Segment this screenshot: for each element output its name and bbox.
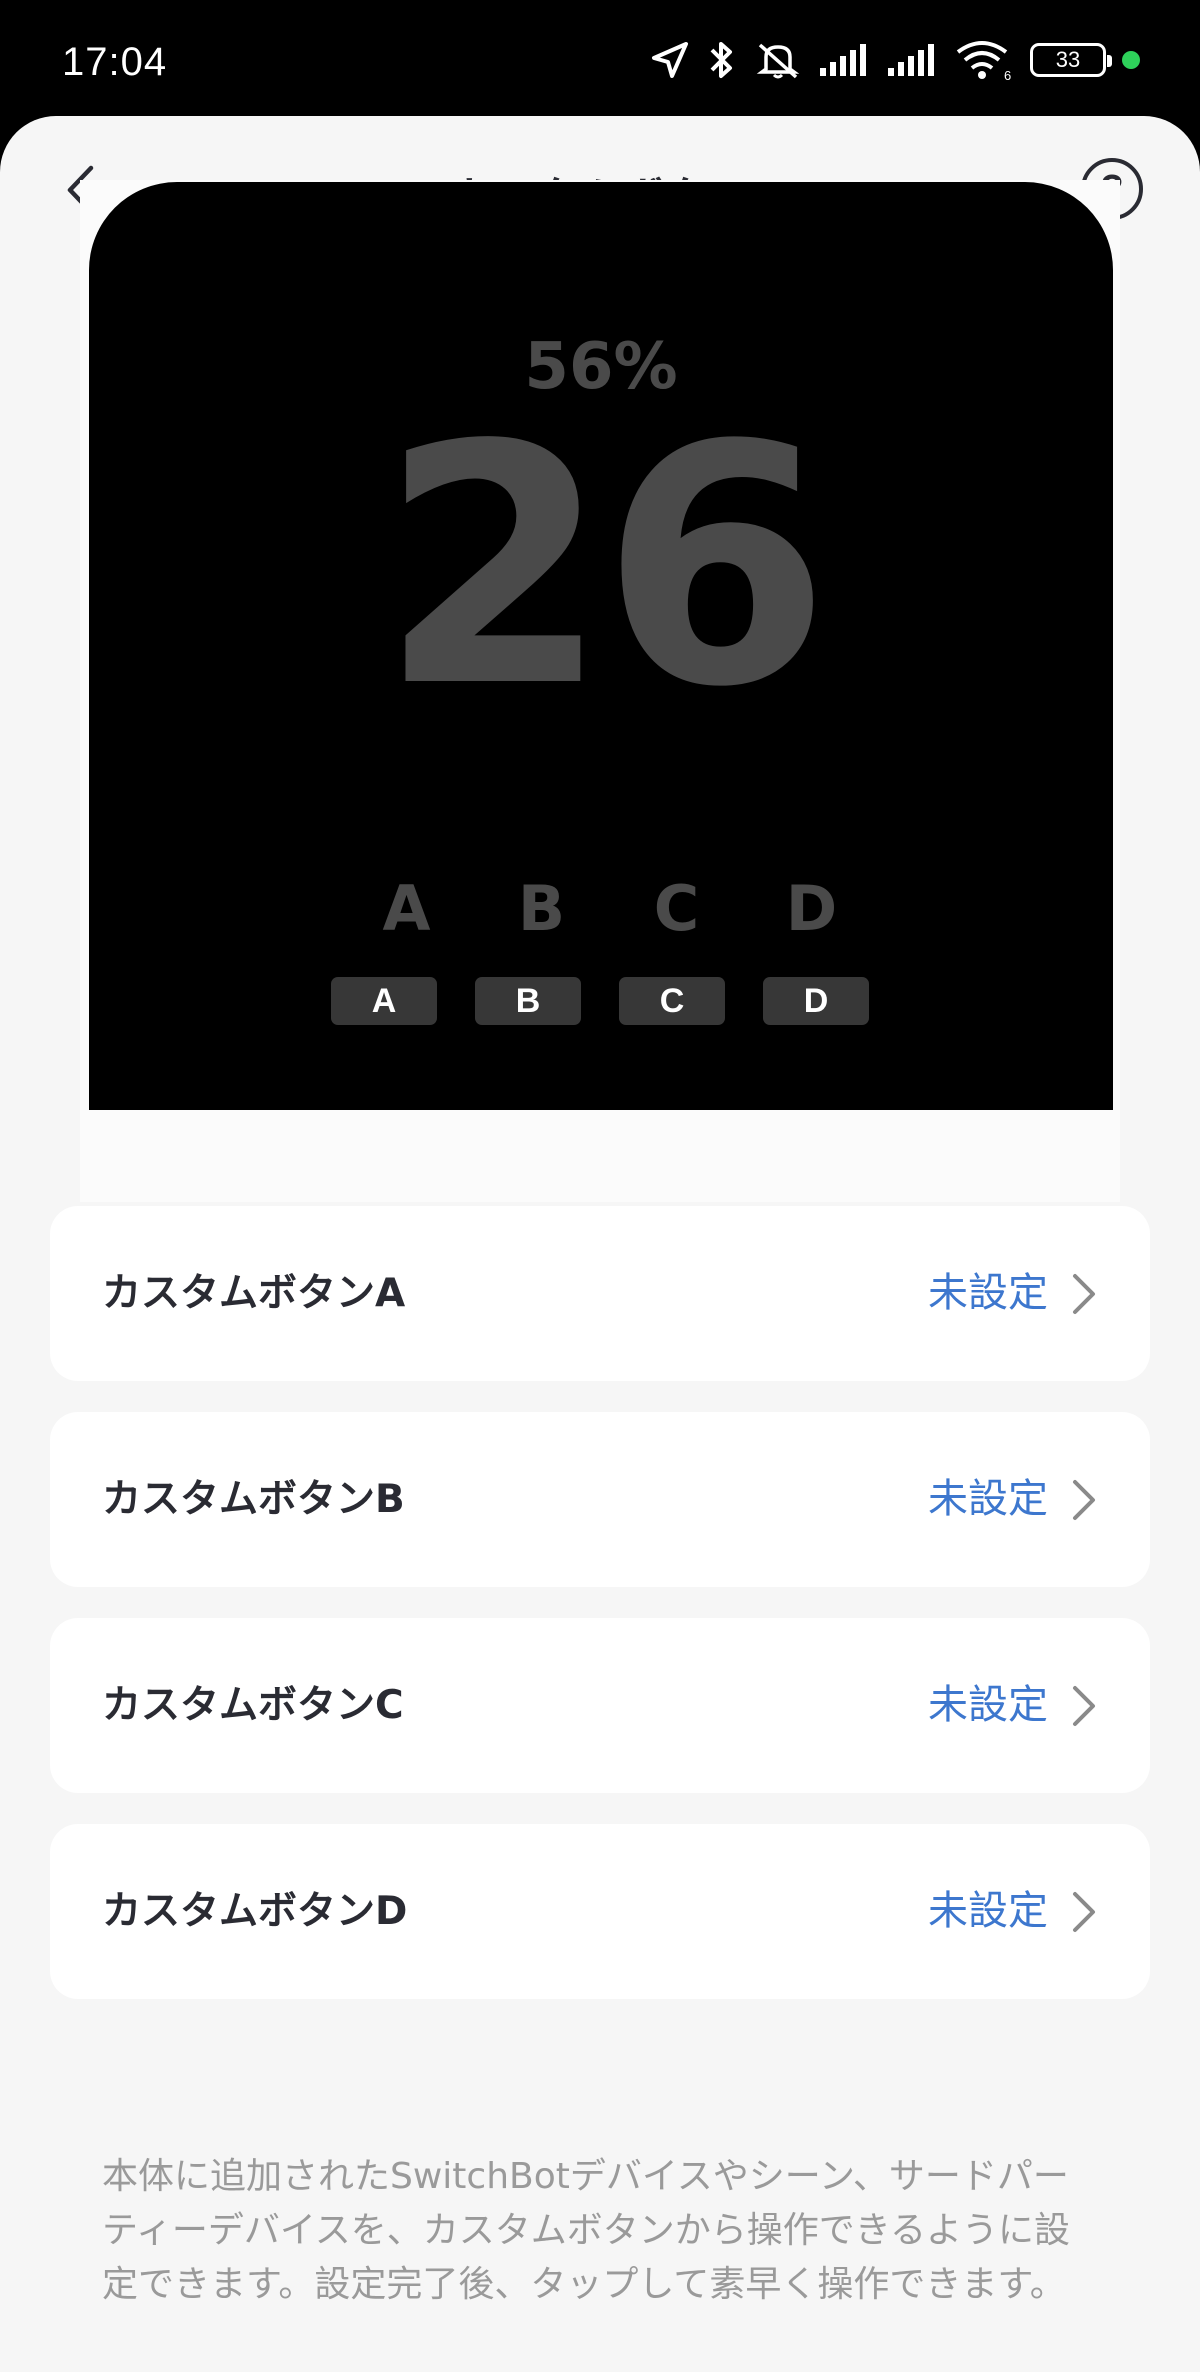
device-screen-preview: 56% 26 A B C D A B C D [89, 182, 1113, 1110]
screen-key: C [619, 977, 725, 1025]
custom-button-row-c[interactable]: カスタムボタンC 未設定 [50, 1618, 1150, 1793]
wifi-badge: 6 [1004, 68, 1011, 82]
row-status: 未設定 [928, 1682, 1048, 1728]
wifi-icon: 6 [956, 41, 1011, 82]
screen-letters: A B C D [339, 872, 879, 945]
status-bar: 17:04 6 33 [0, 0, 1200, 120]
screen-key: A [331, 977, 437, 1025]
custom-button-row-a[interactable]: カスタムボタンA 未設定 [50, 1206, 1150, 1381]
status-time: 17:04 [62, 40, 168, 84]
custom-button-list: カスタムボタンA 未設定 カスタムボタンB 未設定 カスタムボタンC 未設定 カ… [50, 1206, 1150, 2030]
screen-key: B [475, 977, 581, 1025]
chevron-right-icon [1073, 1274, 1095, 1314]
screen-letter: D [785, 872, 838, 945]
chevron-right-icon [1073, 1686, 1095, 1726]
silent-icon [756, 43, 800, 79]
battery-level: 33 [1055, 47, 1081, 72]
signal-icon [820, 44, 866, 76]
screen-letter: C [653, 872, 700, 945]
row-label: カスタムボタンD [102, 1889, 408, 1934]
signal-icon [888, 44, 934, 76]
active-dot [1122, 51, 1140, 69]
screen-letter: B [517, 872, 566, 945]
row-status: 未設定 [928, 1476, 1048, 1522]
row-label: カスタムボタンC [102, 1683, 404, 1728]
row-label: カスタムボタンA [102, 1271, 406, 1316]
temperature-reading: 26 [379, 375, 830, 759]
chevron-right-icon [1073, 1480, 1095, 1520]
screen-letter: A [382, 872, 431, 945]
screen-keys: A B C D [331, 977, 871, 1025]
custom-button-row-b[interactable]: カスタムボタンB 未設定 [50, 1412, 1150, 1587]
chevron-right-icon [1073, 1892, 1095, 1932]
screen-key: D [763, 977, 869, 1025]
custom-button-row-d[interactable]: カスタムボタンD 未設定 [50, 1824, 1150, 1999]
row-status: 未設定 [928, 1888, 1048, 1934]
row-label: カスタムボタンB [102, 1477, 405, 1522]
help-note: 本体に追加されたSwitchBotデバイスやシーン、サードパーティーデバイスを、… [102, 2156, 1071, 2305]
row-status: 未設定 [928, 1270, 1048, 1316]
location-icon [652, 42, 688, 78]
battery-icon: 33 [1030, 43, 1112, 77]
status-icons: 6 33 [650, 38, 1140, 82]
bluetooth-icon [710, 42, 732, 78]
